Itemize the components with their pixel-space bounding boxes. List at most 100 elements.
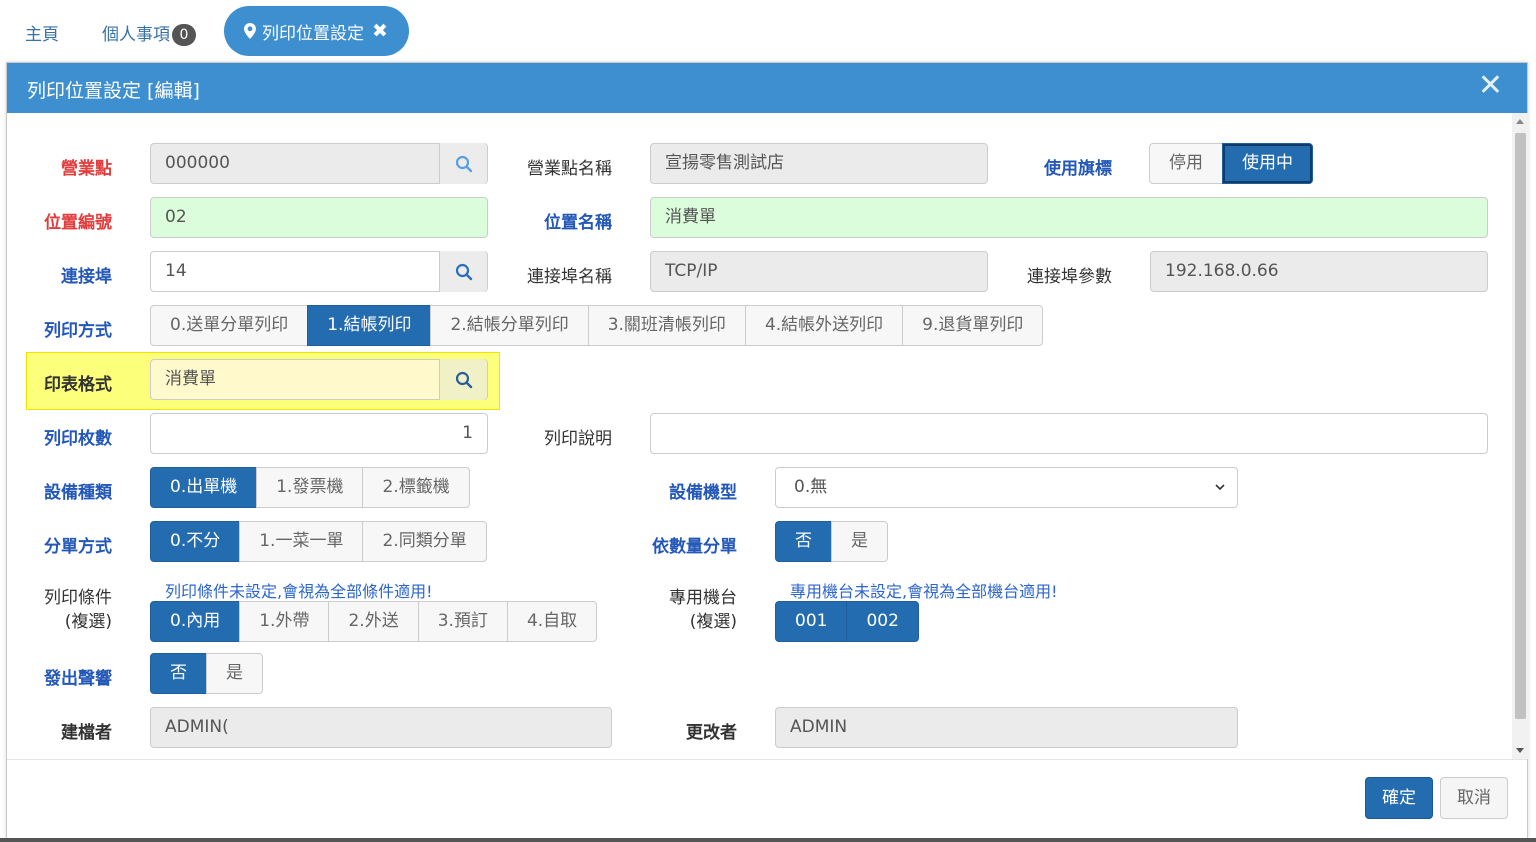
label-store: 營業點 (61, 159, 112, 179)
tab-bar: 主頁 個人事項 0 列印位置設定 ✖ (0, 0, 1536, 62)
chevron-down-icon (1215, 484, 1225, 491)
station-002[interactable]: 002 (846, 601, 919, 642)
label-modifier: 更改者 (686, 723, 737, 743)
device-type-1[interactable]: 1.發票機 (256, 467, 364, 508)
label-dedicated-station-line2: (複選) (689, 612, 737, 632)
report-format-value: 消費單 (165, 369, 216, 389)
print-cond-group: 0.內用 1.外帶 2.外送 3.預訂 4.自取 (150, 601, 598, 642)
position-no-value: 02 (165, 207, 187, 227)
device-model-select[interactable]: 0.無 (775, 467, 1238, 508)
tab-home[interactable]: 主頁 (25, 20, 59, 45)
print-mode-3[interactable]: 3.關班清帳列印 (587, 305, 746, 346)
station-001[interactable]: 001 (775, 601, 848, 642)
split-mode-0[interactable]: 0.不分 (150, 521, 241, 562)
label-device-type: 設備種類 (44, 483, 112, 503)
split-mode-2[interactable]: 2.同類分單 (362, 521, 487, 562)
split-by-qty-yes[interactable]: 是 (831, 521, 888, 562)
print-mode-9[interactable]: 9.退貨單列印 (902, 305, 1044, 346)
use-flag-toggle: 停用 使用中 (1149, 143, 1313, 184)
position-name-value: 消費單 (665, 207, 716, 227)
label-creator: 建檔者 (61, 723, 112, 743)
beep-toggle: 否 是 (150, 653, 263, 694)
split-mode-group: 0.不分 1.一菜一單 2.同類分單 (150, 521, 487, 562)
creator-value: ADMIN( (165, 717, 229, 737)
label-print-mode: 列印方式 (44, 321, 112, 341)
label-split-by-qty: 依數量分單 (652, 537, 737, 557)
print-cond-0[interactable]: 0.內用 (150, 601, 241, 642)
bottom-edge (0, 838, 1536, 842)
print-cond-3[interactable]: 3.預訂 (417, 601, 508, 642)
scrollbar[interactable] (1512, 113, 1529, 759)
scroll-up-icon[interactable] (1516, 119, 1524, 124)
search-icon (455, 371, 472, 388)
print-mode-2[interactable]: 2.結帳分單列印 (430, 305, 589, 346)
dialog-footer (7, 759, 1527, 839)
label-position-name: 位置名稱 (544, 213, 612, 233)
use-flag-on[interactable]: 使用中 (1222, 143, 1313, 184)
label-print-cond: 列印條件 (複選) (0, 586, 112, 634)
tab-close-icon[interactable]: ✖ (372, 20, 388, 42)
split-by-qty-no[interactable]: 否 (775, 521, 832, 562)
cancel-button[interactable]: 取消 (1440, 777, 1508, 819)
label-port: 連接埠 (61, 267, 112, 287)
label-port-param: 連接埠參數 (1027, 267, 1112, 287)
modifier-value: ADMIN (790, 717, 848, 737)
store-name-value: 宣揚零售測試店 (665, 153, 784, 173)
creator-field: ADMIN( (150, 707, 612, 748)
label-position-no: 位置編號 (44, 213, 112, 233)
label-print-cond-line2: (複選) (64, 612, 112, 632)
print-mode-0[interactable]: 0.送單分單列印 (150, 305, 309, 346)
device-model-value: 0.無 (794, 477, 828, 497)
beep-no[interactable]: 否 (150, 653, 207, 694)
device-type-0[interactable]: 0.出單機 (150, 467, 258, 508)
report-format-input[interactable]: 消費單 (150, 359, 488, 400)
label-split-mode: 分單方式 (44, 537, 112, 557)
tab-print-position[interactable]: 列印位置設定 ✖ (224, 6, 409, 56)
tab-personal[interactable]: 個人事項 0 (102, 20, 196, 46)
dedicated-station-group: 001 002 (775, 601, 919, 642)
split-mode-1[interactable]: 1.一菜一單 (239, 521, 364, 562)
tab-personal-label: 個人事項 (102, 25, 170, 45)
label-use-flag: 使用旗標 (1044, 159, 1112, 179)
position-name-input[interactable]: 消費單 (650, 197, 1488, 238)
print-desc-input[interactable] (650, 413, 1488, 454)
label-dedicated-station-line1: 專用機台 (669, 588, 737, 608)
beep-yes[interactable]: 是 (206, 653, 263, 694)
scroll-down-icon[interactable] (1516, 748, 1524, 753)
label-print-desc: 列印說明 (544, 429, 612, 449)
dedicated-station-hint: 專用機台未設定,會視為全部機台適用! (790, 582, 1058, 601)
print-mode-1[interactable]: 1.結帳列印 (307, 305, 432, 346)
confirm-button[interactable]: 確定 (1365, 777, 1433, 819)
tab-personal-badge: 0 (172, 24, 196, 46)
scroll-thumb[interactable] (1515, 133, 1526, 719)
label-store-name: 營業點名稱 (527, 159, 612, 179)
split-by-qty-toggle: 否 是 (775, 521, 888, 562)
label-beep: 發出聲響 (44, 669, 112, 689)
device-type-group: 0.出單機 1.發票機 2.標籤機 (150, 467, 470, 508)
print-cond-hint: 列印條件未設定,會視為全部條件適用! (165, 582, 433, 601)
label-dedicated-station: 專用機台 (複選) (557, 586, 737, 634)
map-pin-icon (244, 23, 256, 39)
print-cond-2[interactable]: 2.外送 (328, 601, 419, 642)
print-mode-4[interactable]: 4.結帳外送列印 (744, 305, 904, 346)
port-param-value: 192.168.0.66 (1165, 261, 1279, 281)
print-mode-group: 0.送單分單列印 1.結帳列印 2.結帳分單列印 3.關班清帳列印 4.結帳外送… (150, 305, 1044, 346)
dialog-title: 列印位置設定 [編輯] (27, 80, 200, 102)
port-param-field: 192.168.0.66 (1150, 251, 1488, 292)
port-name-value: TCP/IP (665, 261, 718, 281)
report-format-search-button[interactable] (439, 359, 487, 400)
print-cond-1[interactable]: 1.外帶 (239, 601, 330, 642)
label-port-name: 連接埠名稱 (527, 267, 612, 287)
store-value: 000000 (165, 153, 230, 173)
tab-print-position-label: 列印位置設定 (262, 23, 364, 44)
label-device-model: 設備機型 (669, 483, 737, 503)
modifier-field: ADMIN (775, 707, 1238, 748)
label-report-format: 印表格式 (44, 375, 112, 395)
use-flag-off[interactable]: 停用 (1149, 143, 1223, 184)
port-value: 14 (165, 261, 187, 281)
label-print-cond-line1: 列印條件 (44, 588, 112, 608)
device-type-2[interactable]: 2.標籤機 (362, 467, 470, 508)
close-icon[interactable]: ✕ (1478, 71, 1503, 101)
dialog-header: 列印位置設定 [編輯] ✕ (7, 63, 1527, 113)
label-copies: 列印枚數 (44, 429, 112, 449)
